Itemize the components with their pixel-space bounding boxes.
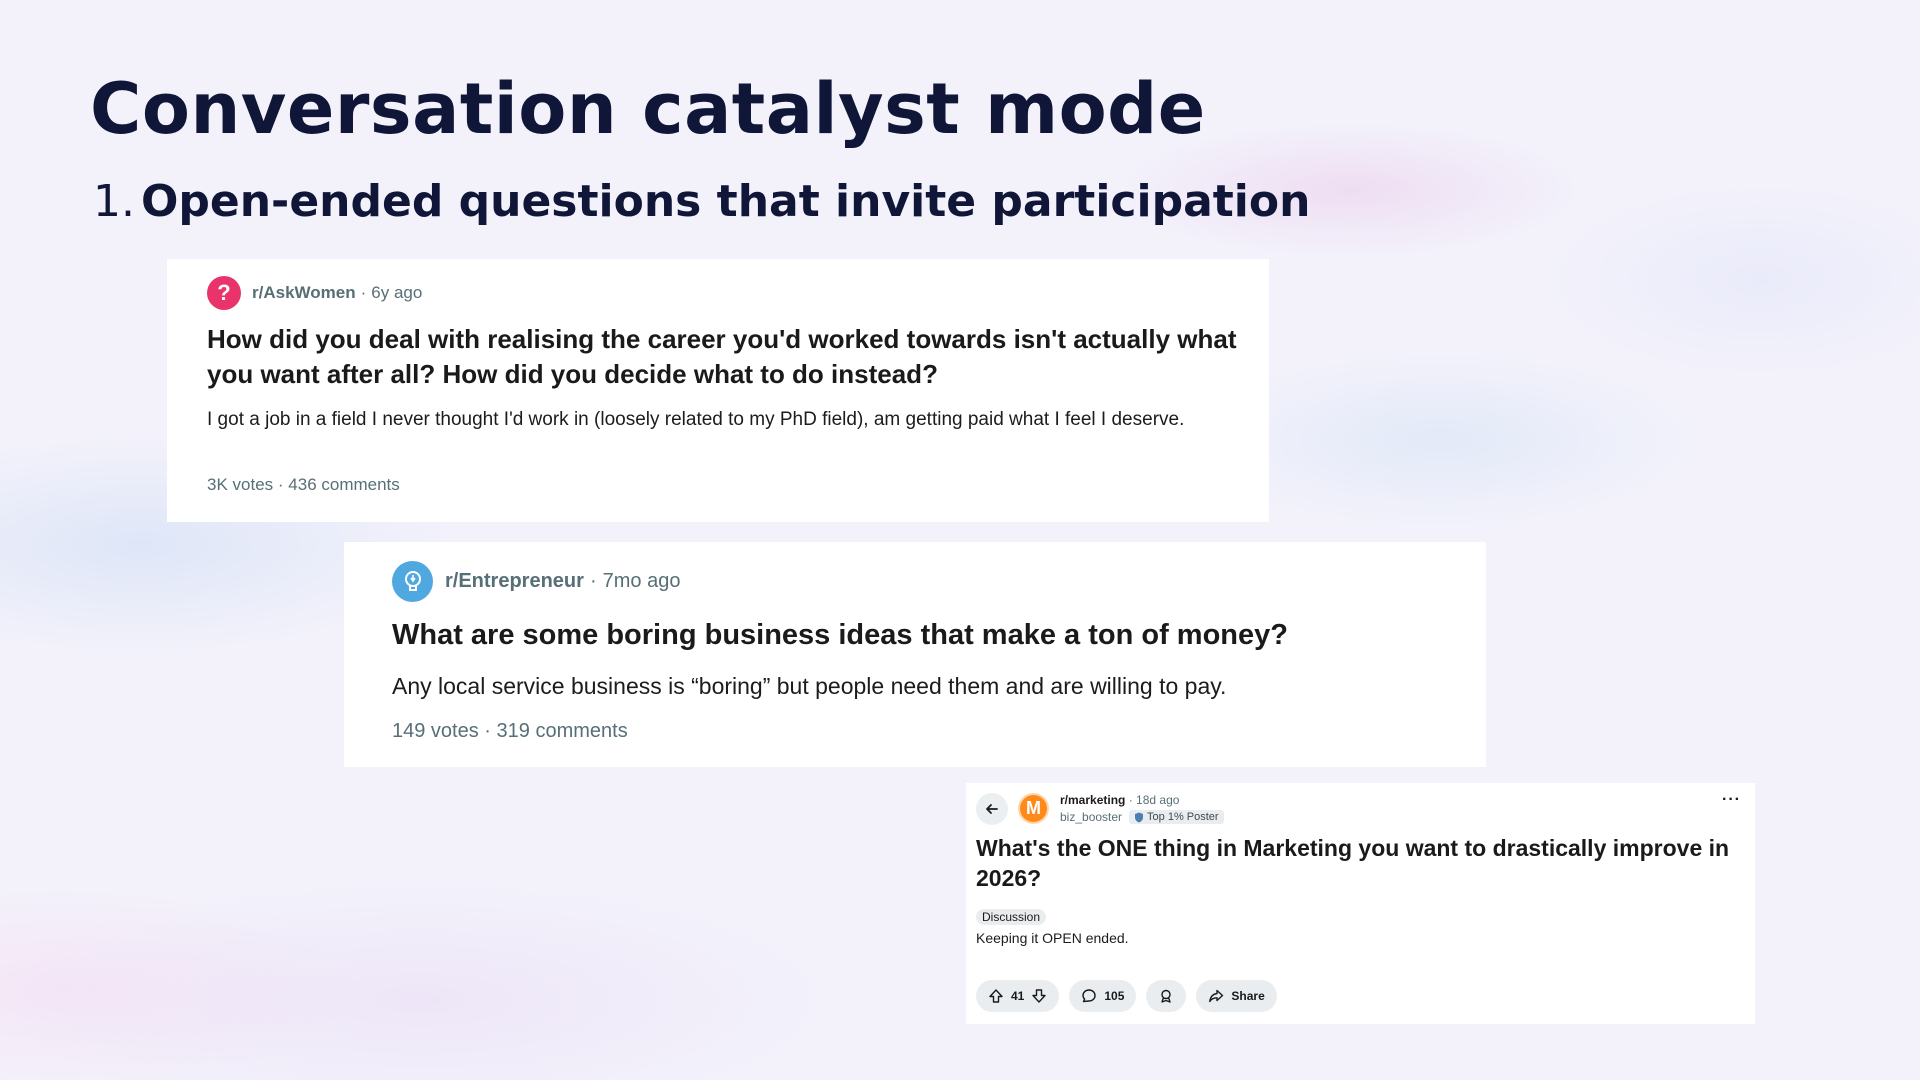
point-text: Open-ended questions that invite partici… bbox=[140, 176, 1311, 227]
user-flair: Top 1% Poster bbox=[1129, 810, 1224, 824]
award-icon bbox=[1161, 989, 1172, 1003]
post-title[interactable]: What are some boring business ideas that… bbox=[392, 619, 1288, 652]
post-stats: 3K votes · 436 comments bbox=[207, 475, 400, 495]
vote-count: 41 bbox=[1011, 989, 1025, 1003]
post-card-entrepreneur[interactable]: r/Entrepreneur · 7mo ago What are some b… bbox=[344, 542, 1486, 767]
post-time: 18d ago bbox=[1136, 793, 1180, 807]
post-meta: r/marketing · 18d ago bbox=[1060, 793, 1179, 807]
shield-icon bbox=[1135, 812, 1144, 822]
question-mark-icon[interactable]: ? bbox=[207, 276, 241, 310]
marketing-m-icon[interactable]: M bbox=[1018, 793, 1049, 824]
post-title[interactable]: How did you deal with realising the care… bbox=[207, 322, 1237, 392]
comment-count: 105 bbox=[1104, 989, 1125, 1003]
separator-dot: · bbox=[484, 720, 497, 742]
post-card-marketing[interactable]: M r/marketing · 18d ago biz_booster Top … bbox=[966, 783, 1755, 1024]
vote-count: 149 votes bbox=[392, 720, 479, 742]
back-arrow-icon[interactable] bbox=[976, 793, 1008, 825]
vote-count: 3K votes bbox=[207, 475, 274, 494]
post-stats: 149 votes · 319 comments bbox=[392, 720, 628, 743]
separator-dot: · bbox=[360, 283, 367, 302]
vote-control: 41 bbox=[976, 980, 1060, 1012]
separator-dot: · bbox=[277, 475, 289, 494]
post-time: 7mo ago bbox=[602, 570, 681, 592]
more-options-icon[interactable]: ··· bbox=[1722, 791, 1741, 809]
comment-icon bbox=[1082, 989, 1097, 1003]
slide-point: 1. Open-ended questions that invite part… bbox=[93, 176, 1310, 227]
lightbulb-icon[interactable] bbox=[392, 561, 433, 602]
award-button[interactable] bbox=[1146, 980, 1187, 1012]
downvote-icon[interactable] bbox=[1031, 988, 1047, 1004]
upvote-icon[interactable] bbox=[988, 988, 1004, 1004]
subreddit-name[interactable]: r/marketing bbox=[1060, 793, 1125, 807]
separator-dot: · bbox=[589, 570, 597, 592]
slide-title: Conversation catalyst mode bbox=[90, 68, 1206, 150]
share-label: Share bbox=[1231, 989, 1265, 1003]
post-body: Any local service business is “boring” b… bbox=[392, 673, 1227, 699]
comment-count[interactable]: 319 comments bbox=[497, 720, 628, 742]
post-time: 6y ago bbox=[371, 283, 423, 302]
user-flair-label: Top 1% Poster bbox=[1147, 811, 1219, 823]
comments-button[interactable]: 105 bbox=[1069, 980, 1137, 1012]
comment-count[interactable]: 436 comments bbox=[288, 475, 400, 494]
subreddit-name[interactable]: r/Entrepreneur bbox=[445, 570, 584, 593]
post-meta: r/Entrepreneur · 7mo ago bbox=[392, 561, 680, 602]
subreddit-name[interactable]: r/AskWomen bbox=[252, 283, 356, 303]
share-button[interactable]: Share bbox=[1196, 980, 1277, 1012]
post-flair[interactable]: Discussion bbox=[976, 909, 1047, 925]
post-title[interactable]: What's the ONE thing in Marketing you wa… bbox=[976, 833, 1736, 893]
author-row: biz_booster Top 1% Poster bbox=[1060, 810, 1224, 824]
post-actions: 41 105 Share bbox=[976, 980, 1277, 1012]
separator-dot: · bbox=[1128, 793, 1137, 807]
post-body: I got a job in a field I never thought I… bbox=[207, 409, 1185, 430]
post-card-askwomen[interactable]: ? r/AskWomen · 6y ago How did you deal w… bbox=[167, 259, 1269, 522]
share-icon bbox=[1209, 989, 1224, 1003]
point-number: 1. bbox=[93, 176, 135, 227]
post-meta: ? r/AskWomen · 6y ago bbox=[207, 276, 422, 310]
username[interactable]: biz_booster bbox=[1060, 810, 1122, 824]
post-body: Keeping it OPEN ended. bbox=[976, 930, 1129, 946]
